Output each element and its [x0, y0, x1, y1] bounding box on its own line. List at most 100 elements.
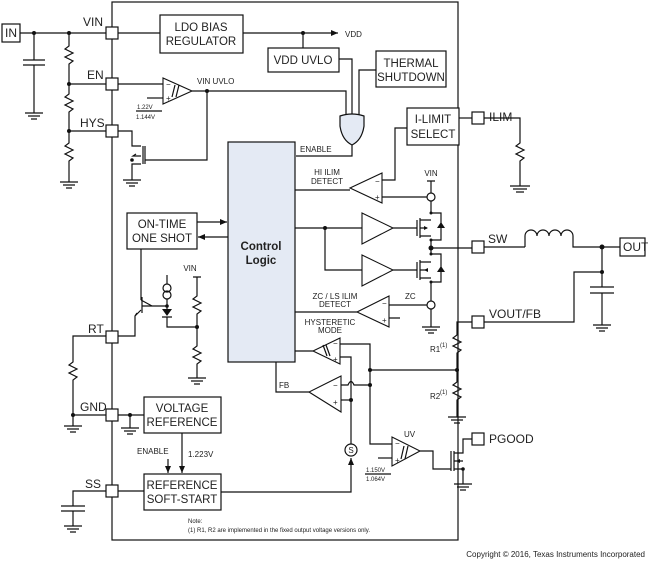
soft-start-switch-icon: S — [344, 443, 358, 457]
enable-ref-label: ENABLE — [137, 447, 169, 456]
svg-text:VDD UVLO: VDD UVLO — [274, 55, 333, 67]
svg-text:−: − — [333, 381, 338, 390]
svg-text:MODE: MODE — [318, 326, 342, 335]
svg-text:−: − — [375, 177, 380, 186]
svg-text:SW: SW — [488, 232, 508, 246]
note-text: (1) R1, R2 are implemented in the fixed … — [188, 528, 370, 534]
svg-text:+: + — [333, 355, 338, 364]
svg-text:I-LIMIT: I-LIMIT — [415, 114, 451, 126]
ls-sense-node — [426, 300, 436, 310]
svg-text:VOLTAGE: VOLTAGE — [156, 403, 209, 415]
inductor — [524, 229, 620, 248]
svg-text:REGULATOR: REGULATOR — [166, 36, 237, 48]
svg-text:−: − — [395, 439, 400, 448]
output-terminal: OUT — [619, 237, 648, 257]
i-limit-select-block: I-LIMIT SELECT — [406, 107, 460, 146]
svg-text:GND: GND — [80, 400, 107, 414]
svg-text:SS: SS — [85, 477, 101, 491]
svg-text:VOUT/FB: VOUT/FB — [489, 307, 541, 321]
note-title: Note: — [188, 519, 203, 525]
output-terminal-label: OUT — [623, 240, 648, 254]
svg-text:EN: EN — [87, 68, 104, 82]
high-side-driver — [361, 212, 395, 245]
svg-text:+: + — [382, 316, 387, 325]
vin-hs-label: VIN — [424, 169, 438, 178]
reference-soft-start-block: REFERENCE SOFT-START — [143, 473, 222, 511]
svg-text:Control: Control — [241, 241, 282, 253]
en-threshold-high: 1.22V — [137, 105, 153, 111]
low-side-mosfet — [416, 248, 445, 294]
svg-text:SOFT-START: SOFT-START — [147, 494, 218, 506]
hys-mosfet — [118, 130, 146, 187]
svg-text:SELECT: SELECT — [411, 129, 456, 141]
pin-ss: SS — [85, 477, 119, 498]
input-terminal: IN — [1, 23, 21, 43]
uv-comparator: − + — [391, 436, 422, 467]
vdd-label: VDD — [345, 30, 362, 39]
uv-threshold-high: 1.150V — [366, 468, 385, 474]
hs-sense-node — [426, 192, 436, 202]
pin-ilim: ILIM — [471, 110, 512, 125]
low-side-driver — [361, 254, 395, 287]
svg-text:−: − — [333, 339, 338, 348]
block-diagram: IN VIN EN HYS RT GND SS ILIM SW VOUT/FB … — [1, 1, 648, 559]
pin-vout-fb: VOUT/FB — [471, 307, 541, 329]
svg-text:+: + — [375, 193, 380, 202]
voltage-reference-block: VOLTAGE REFERENCE — [143, 396, 222, 434]
output-capacitor — [590, 272, 614, 332]
svg-text:REFERENCE: REFERENCE — [147, 417, 218, 429]
vin-uvlo-label: VIN UVLO — [197, 77, 234, 86]
hi-ilim-comparator: − + — [348, 172, 383, 204]
svg-text:PGOOD: PGOOD — [489, 432, 534, 446]
control-logic-block: Control Logic — [227, 141, 296, 363]
copyright-text: Copyright © 2016, Texas Instruments Inco… — [466, 550, 645, 559]
svg-text:VIN: VIN — [83, 15, 103, 29]
vref-value-label: 1.223V — [188, 450, 214, 459]
fb-comparator: − + — [307, 375, 342, 413]
uv-threshold-low: 1.064V — [366, 477, 385, 483]
en-threshold-low: 1.144V — [136, 115, 155, 121]
high-side-mosfet — [416, 201, 445, 248]
svg-text:−: − — [166, 80, 171, 89]
on-time-one-shot-block: ON-TIME ONE SHOT — [126, 212, 198, 250]
svg-text:ILIM: ILIM — [489, 110, 512, 124]
enable-divider — [60, 33, 78, 189]
diode-icon — [162, 309, 172, 316]
uv-label: UV — [404, 430, 416, 439]
svg-text:ONE SHOT: ONE SHOT — [132, 233, 192, 245]
svg-text:S: S — [348, 446, 353, 455]
vdd-uvlo-block: VDD UVLO — [267, 47, 340, 73]
hysteretic-comparator: − + — [311, 337, 341, 365]
zc-label: ZC — [405, 292, 416, 301]
pgood-mosfet — [420, 438, 472, 491]
hi-ilim-label: HI ILIM — [314, 168, 340, 177]
en-comparator: − + — [162, 77, 194, 105]
zc-comparator: − + — [355, 295, 390, 328]
svg-text:Logic: Logic — [246, 255, 277, 267]
svg-text:−: − — [382, 299, 387, 308]
svg-text:(1): (1) — [440, 390, 447, 396]
svg-text:(1): (1) — [440, 343, 447, 349]
fb-label: FB — [279, 381, 289, 390]
svg-text:+: + — [333, 398, 338, 407]
svg-text:REFERENCE: REFERENCE — [147, 480, 218, 492]
svg-text:LDO BIAS: LDO BIAS — [174, 22, 227, 34]
input-terminal-label: IN — [5, 26, 17, 40]
svg-text:DETECT: DETECT — [311, 177, 343, 186]
svg-text:+: + — [395, 456, 400, 465]
svg-text:DETECT: DETECT — [319, 300, 351, 309]
enable-label: ENABLE — [300, 145, 332, 154]
svg-text:THERMAL: THERMAL — [384, 58, 440, 70]
svg-text:+: + — [166, 94, 171, 103]
input-capacitor — [23, 33, 45, 120]
rt-transistor — [118, 297, 167, 337]
pin-pgood: PGOOD — [471, 432, 534, 446]
ldo-bias-regulator-block: LDO BIAS REGULATOR — [159, 14, 244, 54]
pin-sw: SW — [471, 232, 508, 254]
svg-text:HYS: HYS — [80, 116, 105, 130]
pin-en: EN — [87, 68, 119, 91]
svg-text:SHUTDOWN: SHUTDOWN — [377, 72, 445, 84]
pin-vin: VIN — [83, 15, 119, 40]
current-source-icon — [162, 275, 172, 306]
thermal-shutdown-block: THERMAL SHUTDOWN — [375, 50, 447, 88]
